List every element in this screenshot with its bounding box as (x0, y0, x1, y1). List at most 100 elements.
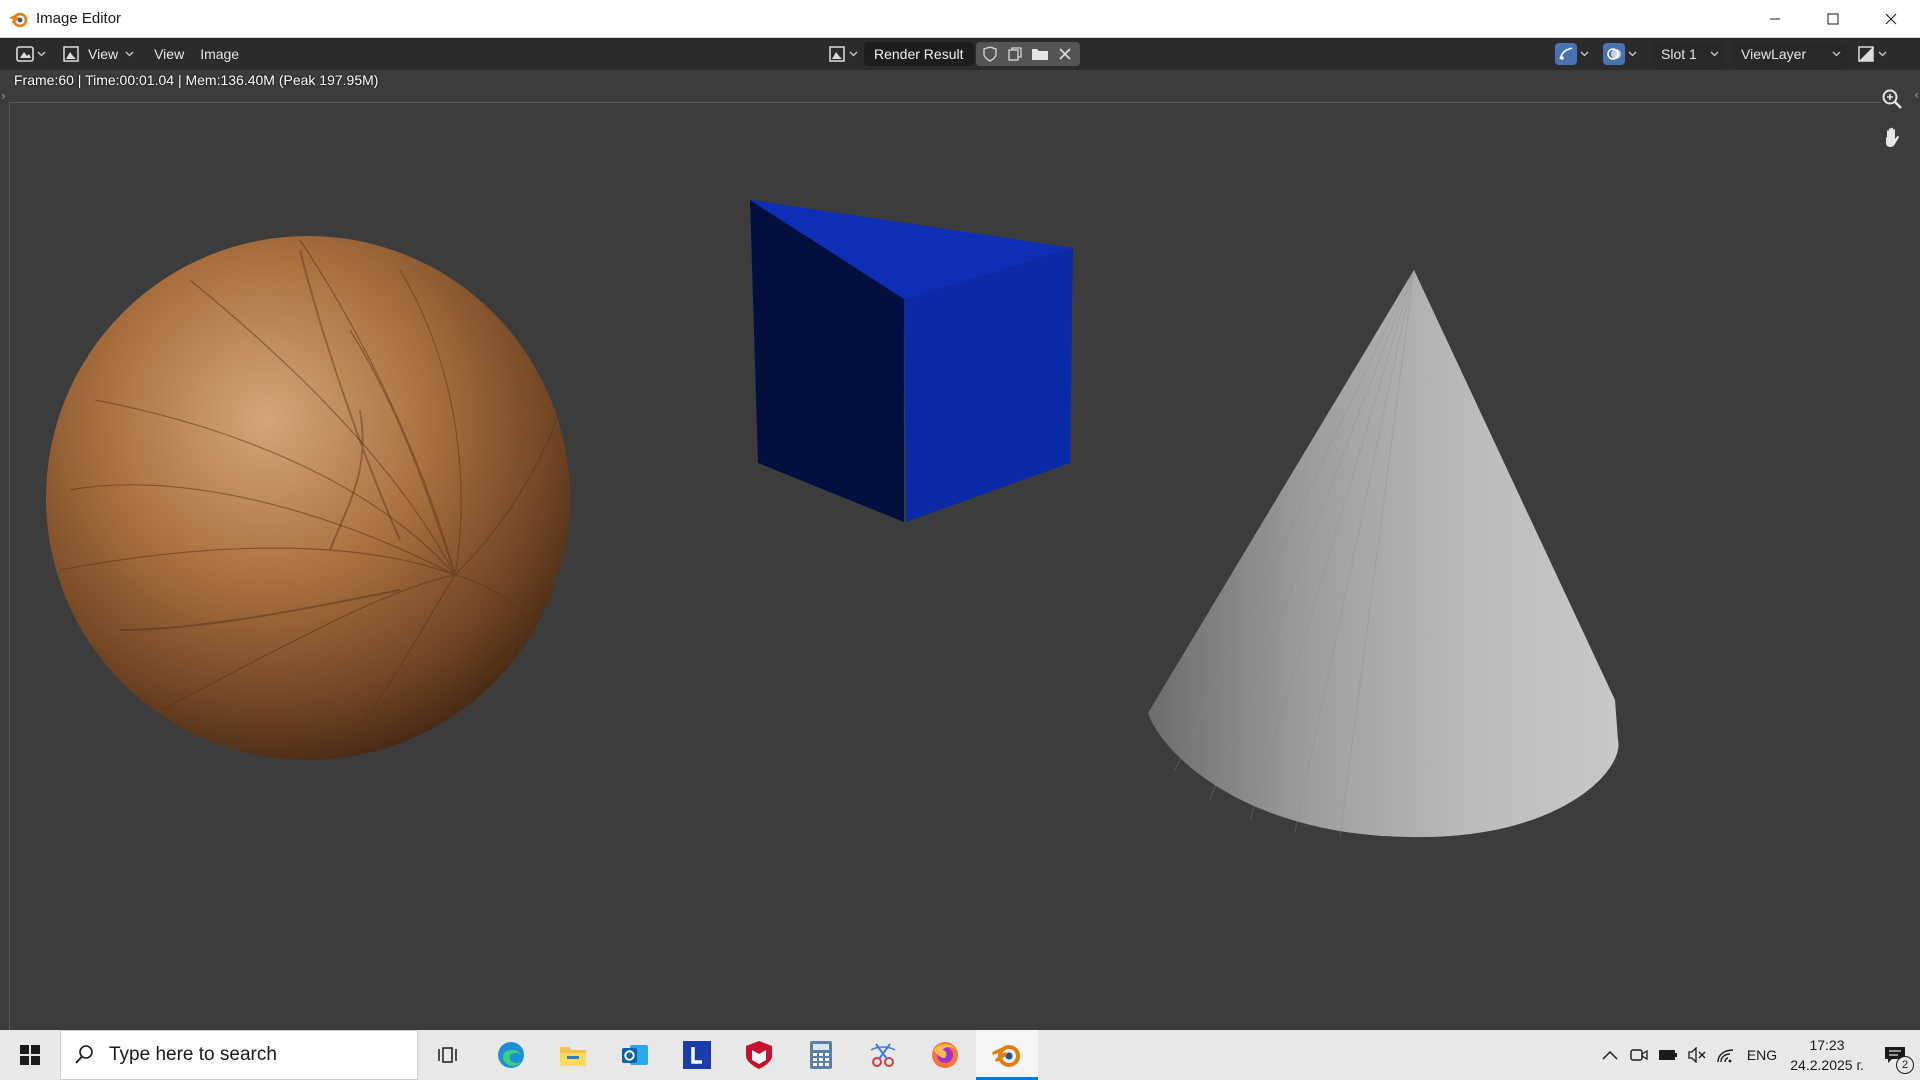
wifi-icon (1716, 1049, 1733, 1063)
right-header-controls: Slot 1 ViewLayer (1551, 42, 1891, 66)
image-browse-button[interactable] (824, 42, 862, 66)
chevron-down-icon (36, 49, 46, 59)
image-editor-header: View View Image Render Result Slot 1 Vie… (0, 38, 1920, 70)
language-label: ENG (1746, 1047, 1778, 1063)
l-app-icon (683, 1041, 711, 1069)
sample-tool-button[interactable] (1551, 42, 1593, 66)
taskbar-l-app[interactable] (666, 1030, 728, 1080)
taskbar-file-explorer[interactable] (542, 1030, 604, 1080)
edge-icon (498, 1042, 524, 1068)
scopes-icon (1555, 43, 1577, 65)
taskbar-calculator[interactable] (790, 1030, 852, 1080)
image-name-field[interactable]: Render Result (864, 42, 974, 66)
maximize-button[interactable] (1804, 0, 1862, 38)
close-button[interactable] (1862, 0, 1920, 38)
notifications-button[interactable]: 2 (1870, 1030, 1920, 1080)
taskbar-edge[interactable] (480, 1030, 542, 1080)
input-language-button[interactable]: ENG (1740, 1030, 1784, 1080)
unlink-image-button[interactable] (1053, 42, 1078, 66)
display-channels-button[interactable] (1853, 42, 1891, 66)
view-mode-label: View (88, 46, 119, 62)
window-controls (1746, 0, 1920, 38)
editor-type-button[interactable] (12, 42, 50, 66)
task-view-icon (438, 1047, 457, 1063)
start-button[interactable] (0, 1030, 60, 1080)
taskbar-search-box[interactable]: Type here to search (60, 1030, 418, 1080)
image-browse-icon (828, 45, 846, 63)
grey-cone (1148, 269, 1619, 838)
close-icon (1885, 13, 1897, 25)
shield-icon (983, 46, 997, 62)
view-layer-label: ViewLayer (1741, 46, 1807, 62)
system-tray: ENG 17:23 24.2.2025 г. 2 (1595, 1030, 1920, 1080)
wood-sphere (46, 236, 570, 761)
speaker-muted-icon (1687, 1047, 1705, 1063)
blender-icon (992, 1045, 1020, 1067)
hand-icon (1886, 127, 1899, 147)
clock-time: 17:23 (1809, 1037, 1845, 1053)
menu-image[interactable]: Image (192, 42, 247, 66)
overlay-icon (1603, 43, 1625, 65)
clock-date: 24.2.2025 г. (1790, 1057, 1864, 1073)
new-image-button[interactable] (1003, 42, 1028, 66)
task-view-button[interactable] (418, 1030, 480, 1080)
display-channels-icon (1857, 45, 1875, 63)
image-editor-icon (16, 45, 34, 63)
taskbar-firefox[interactable] (914, 1030, 976, 1080)
minimize-button[interactable] (1746, 0, 1804, 38)
view-mode-dropdown[interactable]: View (58, 42, 138, 66)
fake-user-button[interactable] (978, 42, 1003, 66)
volume-button[interactable] (1682, 1030, 1711, 1080)
taskbar-blender[interactable] (976, 1030, 1038, 1080)
chevron-down-icon (1579, 49, 1589, 59)
chevron-down-icon (124, 49, 134, 59)
windows-taskbar: Type here to search ENG 17:23 24.2.2025 … (0, 1030, 1920, 1080)
slot-label: Slot 1 (1661, 46, 1697, 62)
show-hidden-icons-button[interactable] (1595, 1030, 1624, 1080)
blender-app-icon (10, 10, 28, 28)
folder-icon (560, 1047, 586, 1066)
notification-count-badge: 2 (1896, 1056, 1914, 1074)
image-selector-group: Render Result (824, 42, 1080, 66)
sidebar-expand-arrow[interactable]: ‹ (1914, 88, 1919, 102)
close-icon (1059, 48, 1071, 60)
menu-view[interactable]: View (146, 42, 192, 66)
snipping-tool-icon (870, 1043, 896, 1067)
zoom-icon (1882, 89, 1902, 109)
window-titlebar: Image Editor (0, 0, 1920, 38)
battery-button[interactable] (1653, 1030, 1682, 1080)
maximize-icon (1827, 13, 1839, 25)
meet-now-button[interactable] (1624, 1030, 1653, 1080)
image-view-icon (62, 45, 80, 63)
render-result-image (46, 200, 1619, 838)
battery-icon (1658, 1050, 1677, 1060)
mcafee-shield-icon (746, 1041, 772, 1069)
chevron-up-icon (1601, 1050, 1618, 1060)
duplicate-icon (1008, 47, 1022, 61)
open-image-button[interactable] (1028, 42, 1053, 66)
toolbar-expand-arrow[interactable]: › (1, 89, 6, 103)
view-layer-dropdown[interactable]: ViewLayer (1733, 42, 1847, 66)
taskbar-outlook[interactable] (604, 1030, 666, 1080)
overlay-button[interactable] (1599, 42, 1641, 66)
taskbar-clock[interactable]: 17:23 24.2.2025 г. (1784, 1035, 1870, 1075)
chevron-down-icon (1709, 49, 1719, 59)
render-status-text: Frame:60 | Time:00:01.04 | Mem:136.40M (… (14, 72, 379, 88)
network-button[interactable] (1711, 1030, 1740, 1080)
taskbar-mcafee[interactable] (728, 1030, 790, 1080)
chevron-down-icon (1831, 49, 1841, 59)
window-title: Image Editor (36, 10, 122, 27)
blue-cube (750, 200, 1073, 522)
slot-dropdown[interactable]: Slot 1 (1653, 42, 1725, 66)
windows-logo-icon (20, 1045, 40, 1065)
zoom-button[interactable] (1876, 83, 1908, 115)
calculator-icon (810, 1041, 832, 1069)
image-tools (975, 42, 1080, 66)
outlook-icon (622, 1045, 648, 1065)
search-placeholder: Type here to search (109, 1044, 277, 1065)
chevron-down-icon (1627, 49, 1637, 59)
pan-button[interactable] (1876, 121, 1908, 153)
taskbar-snipping-tool[interactable] (852, 1030, 914, 1080)
image-viewport[interactable]: › ‹ (0, 70, 1920, 1030)
firefox-icon (932, 1042, 958, 1068)
